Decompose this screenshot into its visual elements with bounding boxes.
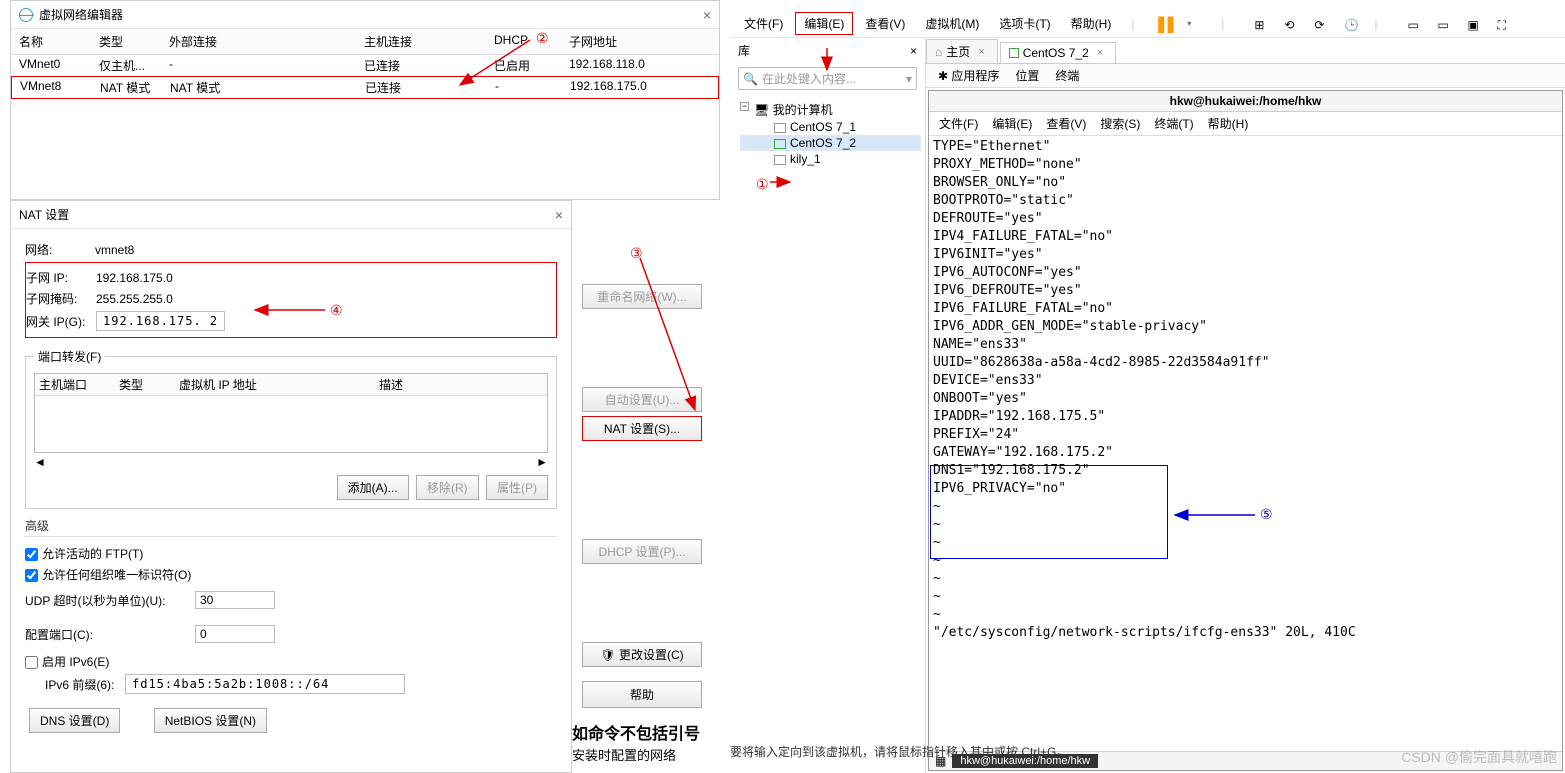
close-icon[interactable]: × — [555, 207, 563, 223]
add-button[interactable]: 添加(A)... — [337, 475, 409, 500]
nat-title: NAT 设置 — [19, 206, 69, 223]
annotation-box-5 — [930, 465, 1168, 559]
terminal-menubar: 文件(F) 编辑(E) 查看(V) 搜索(S) 终端(T) 帮助(H) — [929, 112, 1562, 136]
pause-icon[interactable]: ❚❚ — [1146, 12, 1181, 36]
vmware-window: 文件(F) 编辑(E) 查看(V) 虚拟机(M) 选项卡(T) 帮助(H) | … — [730, 10, 1565, 773]
terminal-content[interactable]: TYPE="Ethernet" PROXY_METHOD="none" BROW… — [929, 136, 1562, 751]
close-icon[interactable]: × — [1097, 47, 1103, 59]
view3-icon[interactable]: ▣ — [1460, 16, 1476, 31]
search-icon: 🔍 — [743, 72, 758, 86]
config-port-input[interactable]: 0 — [195, 625, 275, 643]
nat-settings-button[interactable]: NAT 设置(S)... — [582, 416, 702, 441]
vm-icon — [1009, 48, 1019, 58]
view2-icon[interactable]: ▭ — [1430, 16, 1446, 31]
ipv6-prefix-input[interactable] — [125, 674, 405, 694]
tree-kily1[interactable]: kily_1 — [740, 151, 921, 167]
virtual-network-editor-window: 虚拟网络编辑器 × 名称 类型 外部连接 主机连接 DHCP 子网地址 VMne… — [10, 0, 720, 200]
vm-tree: −🖥 我的计算机 CentOS 7_1 CentOS 7_2 kily_1 — [730, 94, 925, 773]
annotation-1: ① — [756, 176, 769, 193]
vne-titlebar[interactable]: 虚拟网络编辑器 × — [11, 1, 719, 29]
properties-button[interactable]: 属性(P) — [486, 475, 548, 500]
terminal-window: hkw@hukaiwei:/home/hkw 文件(F) 编辑(E) 查看(V)… — [928, 90, 1563, 771]
annotation-5: ⑤ — [1260, 506, 1273, 523]
home-icon: ⌂ — [935, 45, 942, 59]
tab-strip: ⌂主页× CentOS 7_2× — [926, 38, 1565, 64]
remove-button[interactable]: 移除(R) — [416, 475, 479, 500]
close-icon[interactable]: × — [703, 7, 711, 23]
help-button[interactable]: 帮助 — [582, 681, 702, 708]
gateway-ip-input[interactable]: 192.168.175. 2 — [96, 311, 225, 331]
watermark: CSDN @偷完面具就嘻跑 — [1401, 747, 1557, 767]
clock-icon[interactable]: 🕒 — [1336, 16, 1352, 31]
annotation-4: ④ — [330, 302, 343, 319]
ipv6-checkbox[interactable] — [25, 656, 38, 669]
nat-settings-window: NAT 设置 × 网络:vmnet8 子网 IP:192.168.175.0 子… — [10, 200, 572, 773]
change-settings-button[interactable]: 🛡 更改设置(C) — [582, 642, 702, 667]
menu-view[interactable]: 查看(V) — [857, 13, 913, 34]
tab-centos72[interactable]: CentOS 7_2× — [1000, 42, 1116, 63]
library-label: 库 — [738, 42, 750, 59]
terminal-title: hkw@hukaiwei:/home/hkw — [929, 91, 1562, 112]
close-icon[interactable]: × — [910, 44, 917, 58]
library-search[interactable]: 🔍在此处键入内容...▾ — [738, 67, 917, 90]
annotation-3: ③ — [630, 245, 643, 262]
vne-title: 虚拟网络编辑器 — [39, 6, 123, 23]
dns-settings-button[interactable]: DNS 设置(D) — [29, 708, 120, 733]
view1-icon[interactable]: ▭ — [1400, 16, 1416, 31]
menu-file[interactable]: 文件(F) — [736, 13, 791, 34]
hint-install: 安装时配置的网络 — [572, 745, 676, 764]
hint-big: 如命令不包括引号 — [572, 720, 700, 744]
udp-timeout-input[interactable]: 30 — [195, 591, 275, 609]
auto-settings-button[interactable]: 自动设置(U)... — [582, 387, 702, 412]
close-icon[interactable]: × — [978, 46, 984, 58]
fullscreen-icon[interactable]: ⛶ — [1490, 16, 1506, 31]
ftp-checkbox[interactable] — [25, 548, 38, 561]
menu-help[interactable]: 帮助(H) — [1063, 13, 1120, 34]
menu-vm[interactable]: 虚拟机(M) — [917, 13, 987, 34]
snapshot-icon[interactable]: ⊞ — [1246, 16, 1262, 31]
org-checkbox[interactable] — [25, 569, 38, 582]
nat-titlebar[interactable]: NAT 设置 × — [11, 201, 571, 229]
revert-icon[interactable]: ⟲ — [1276, 16, 1292, 31]
rename-network-button[interactable]: 重命名网络(W)... — [582, 284, 702, 309]
tab-home[interactable]: ⌂主页× — [926, 39, 998, 63]
vne-row-vmnet8[interactable]: VMnet8 NAT 模式 NAT 模式 已连接 - 192.168.175.0 — [11, 76, 719, 99]
hint-bottom: 要将输入定向到该虚拟机，请将鼠标指针移入其中或按 Ctrl+G。 — [730, 743, 1068, 760]
manage-icon[interactable]: ⟳ — [1306, 16, 1322, 31]
vmware-menubar: 文件(F) 编辑(E) 查看(V) 虚拟机(M) 选项卡(T) 帮助(H) | … — [730, 10, 1565, 38]
tree-centos71[interactable]: CentOS 7_1 — [740, 119, 921, 135]
vne-row-vmnet0[interactable]: VMnet0 仅主机... - 已连接 已启用 192.168.118.0 — [11, 55, 719, 76]
port-forward-table[interactable]: 主机端口 类型 虚拟机 IP 地址 描述 — [34, 373, 548, 453]
tree-centos72[interactable]: CentOS 7_2 — [740, 135, 921, 151]
library-panel: 库 × 🔍在此处键入内容...▾ −🖥 我的计算机 CentOS 7_1 Cent… — [730, 38, 926, 773]
guest-topbar: ✱ 应用程序 位置 终端 — [926, 64, 1565, 88]
tree-root[interactable]: −🖥 我的计算机 — [740, 100, 921, 119]
menu-tabs[interactable]: 选项卡(T) — [991, 13, 1058, 34]
globe-icon — [19, 8, 33, 22]
port-forward-group: 端口转发(F) 主机端口 类型 虚拟机 IP 地址 描述 ◄► 添加(A)...… — [25, 348, 557, 509]
dhcp-settings-button[interactable]: DHCP 设置(P)... — [582, 539, 702, 564]
annotation-2: ② — [536, 30, 549, 47]
vne-side-buttons: 重命名网络(W)... 自动设置(U)... NAT 设置(S)... DHCP… — [582, 280, 712, 712]
netbios-settings-button[interactable]: NetBIOS 设置(N) — [154, 708, 267, 733]
vm-main: ⌂主页× CentOS 7_2× ✱ 应用程序 位置 终端 hkw@hukaiw… — [926, 38, 1565, 773]
menu-edit[interactable]: 编辑(E) — [795, 12, 853, 35]
vne-header-row: 名称 类型 外部连接 主机连接 DHCP 子网地址 — [11, 29, 719, 55]
